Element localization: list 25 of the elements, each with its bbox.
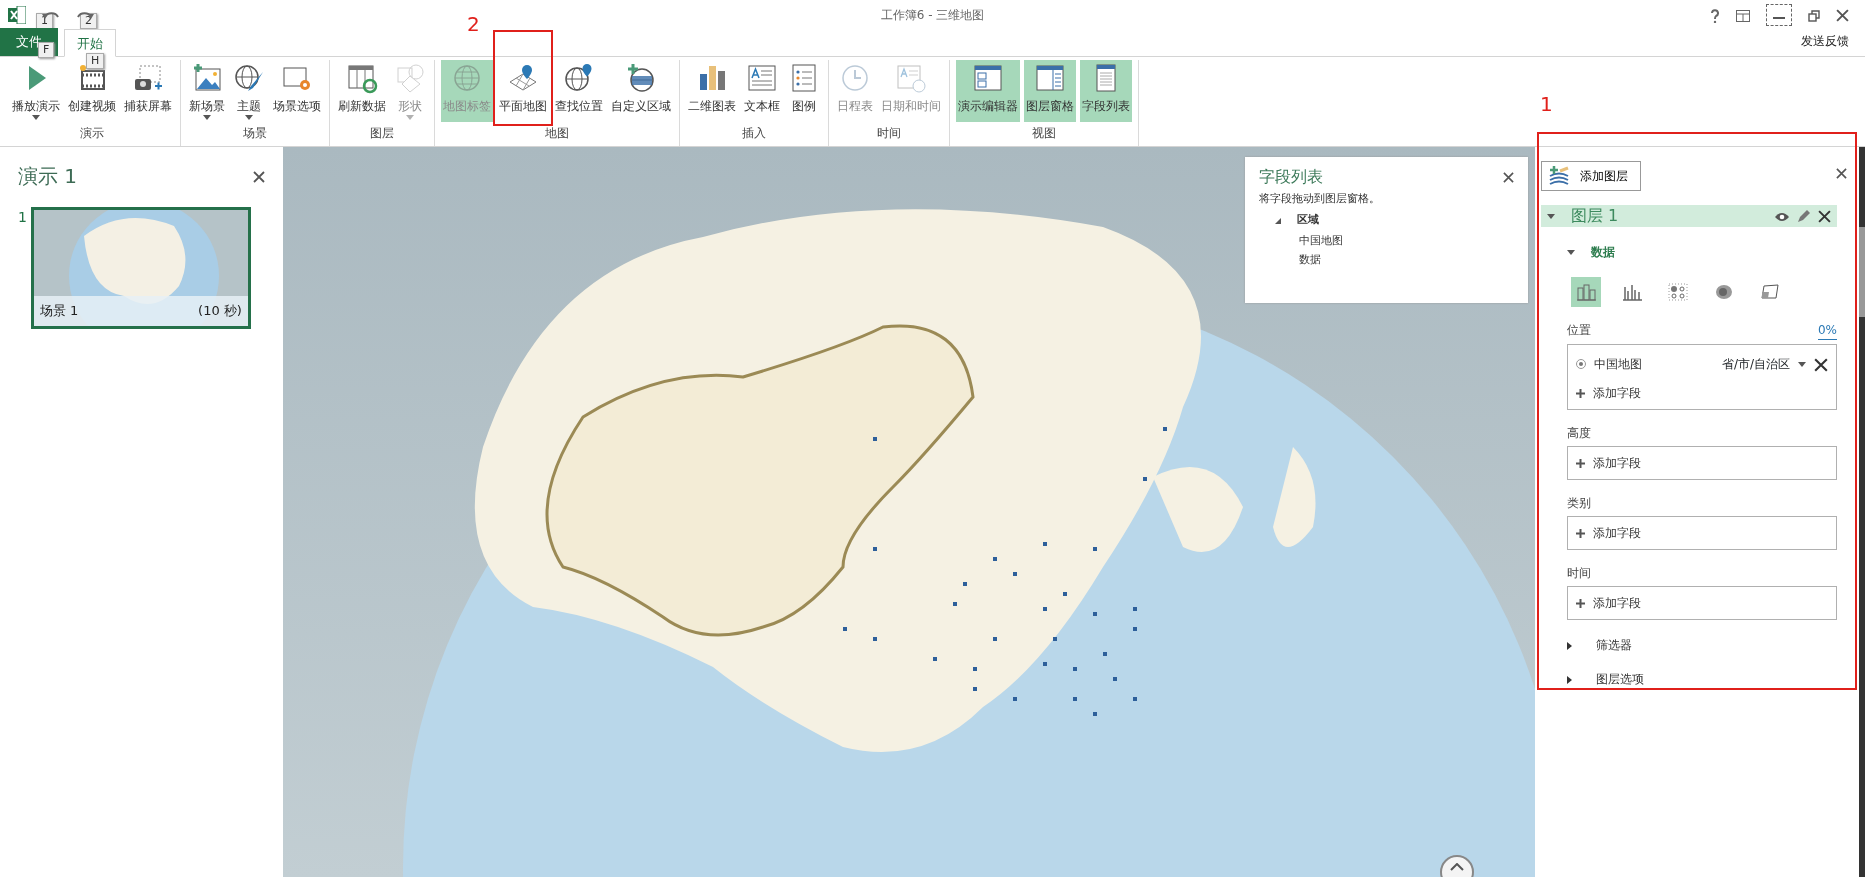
field-list-title: 字段列表 xyxy=(1259,166,1323,188)
progress-text: 0% xyxy=(1817,321,1837,340)
ribbon-group-label: 视图 xyxy=(1032,125,1056,142)
scene-name: 场景 1 xyxy=(39,302,79,321)
well-label: 时间 xyxy=(1567,565,1591,582)
field-name: 中国地图 xyxy=(1594,356,1642,373)
ribbon-group-label: 演示 xyxy=(80,125,104,142)
annotation-number: 2 xyxy=(467,14,480,34)
ribbon-group-label: 场景 xyxy=(243,125,267,142)
scene-number: 1 xyxy=(18,208,27,227)
annotation-number: 1 xyxy=(1540,94,1553,114)
well-label: 位置 xyxy=(1567,322,1591,339)
ribbon-group-label: 地图 xyxy=(545,125,569,142)
tour-title: 演示 1 xyxy=(18,163,78,190)
keytip-tooltip: F xyxy=(38,42,55,58)
field-list-hint: 将字段拖动到图层窗格。 xyxy=(1259,191,1381,207)
well-label: 高度 xyxy=(1567,425,1591,442)
window-title: 工作簿6 - 三维地图 xyxy=(880,8,985,22)
ribbon-group-label: 图层 xyxy=(370,125,394,142)
layer-name: 图层 1 xyxy=(1571,205,1619,227)
keytip-tooltip: H xyxy=(86,53,105,69)
well-label: 类别 xyxy=(1567,495,1591,512)
ribbon-group-label: 插入 xyxy=(742,125,766,142)
scene-duration: (10 秒) xyxy=(198,302,242,321)
ribbon-group-label: 时间 xyxy=(877,125,901,142)
